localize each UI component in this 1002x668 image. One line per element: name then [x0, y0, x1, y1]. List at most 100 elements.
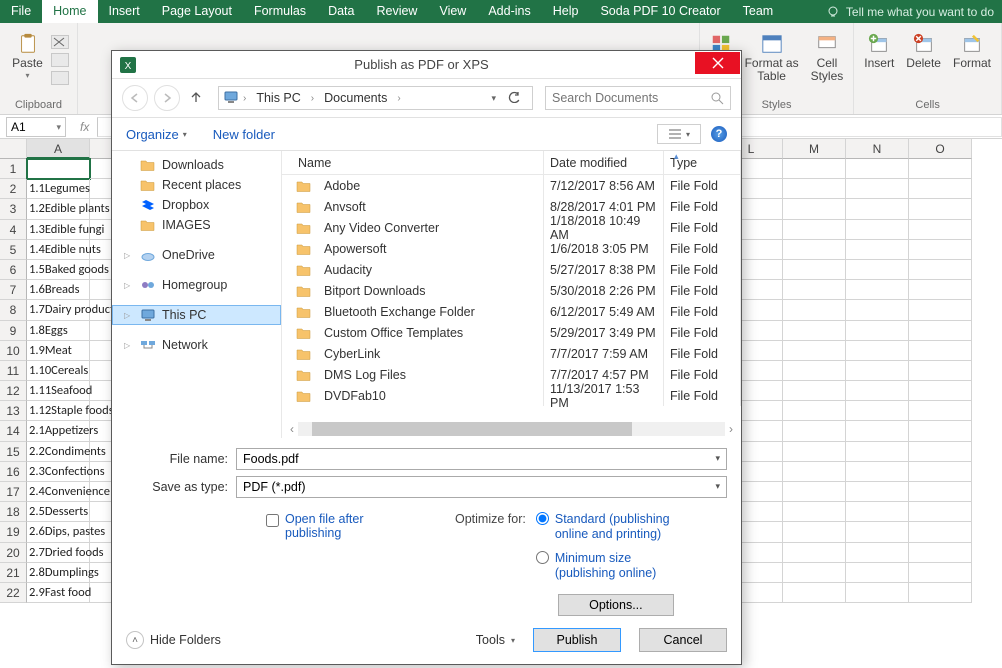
file-row[interactable]: DVDFab1011/13/2017 1:53 PMFile Fold [282, 385, 741, 406]
row-header[interactable]: 5 [0, 240, 27, 260]
header-name[interactable]: Name [292, 151, 544, 174]
crumb-documents[interactable]: Documents [318, 87, 393, 109]
save-type-select[interactable]: PDF (*.pdf)▾ [236, 476, 727, 498]
nav-onedrive[interactable]: OneDrive [112, 245, 281, 265]
cell[interactable] [783, 199, 846, 219]
file-row[interactable]: Apowersoft1/6/2018 3:05 PMFile Fold [282, 238, 741, 259]
cell[interactable] [783, 240, 846, 260]
cell[interactable]: 2.2Condiments [27, 442, 90, 462]
tab-data[interactable]: Data [317, 0, 365, 23]
cell[interactable] [783, 583, 846, 603]
tell-me-box[interactable]: Tell me what you want to do [826, 0, 1002, 23]
cell[interactable]: 1.1Legumes [27, 179, 90, 199]
row-header[interactable]: 3 [0, 199, 27, 219]
file-row[interactable]: Anvsoft8/28/2017 4:01 PMFile Fold [282, 196, 741, 217]
cell[interactable] [909, 522, 972, 542]
cell[interactable] [783, 280, 846, 300]
cell[interactable]: 2.6Dips, pastes [27, 522, 90, 542]
cell[interactable] [783, 401, 846, 421]
help-button[interactable]: ? [711, 126, 727, 142]
cell[interactable] [909, 442, 972, 462]
tab-addins[interactable]: Add-ins [477, 0, 541, 23]
cell[interactable] [909, 543, 972, 563]
cell[interactable] [783, 220, 846, 240]
cell[interactable] [783, 361, 846, 381]
cell[interactable] [909, 482, 972, 502]
cell[interactable] [783, 300, 846, 320]
cell[interactable]: 2.5Desserts [27, 502, 90, 522]
cell[interactable]: 2.1Appetizers [27, 421, 90, 441]
nav-dropbox[interactable]: Dropbox [112, 195, 281, 215]
cut-button[interactable] [51, 35, 69, 49]
file-row[interactable]: DMS Log Files7/7/2017 4:57 PMFile Fold [282, 364, 741, 385]
nav-recent[interactable]: Recent places [112, 175, 281, 195]
cell[interactable] [909, 341, 972, 361]
tab-sodapdf[interactable]: Soda PDF 10 Creator [589, 0, 731, 23]
cell[interactable] [909, 563, 972, 583]
insert-cells-button[interactable]: Insert [860, 31, 898, 72]
cell[interactable] [909, 159, 972, 179]
scroll-left-icon[interactable]: ‹ [290, 422, 294, 436]
row-header[interactable]: 9 [0, 321, 27, 341]
cell[interactable] [846, 502, 909, 522]
row-header[interactable]: 11 [0, 361, 27, 381]
cell[interactable] [846, 442, 909, 462]
cell[interactable]: 2.8Dumplings [27, 563, 90, 583]
column-header-O[interactable]: O [909, 139, 972, 159]
cell[interactable]: 1.3Edible fungi [27, 220, 90, 240]
cell[interactable] [846, 220, 909, 240]
cell[interactable] [846, 421, 909, 441]
tab-file[interactable]: File [0, 0, 42, 23]
scroll-right-icon[interactable]: › [729, 422, 733, 436]
row-header[interactable]: 14 [0, 421, 27, 441]
file-row[interactable]: Bluetooth Exchange Folder6/12/2017 5:49 … [282, 301, 741, 322]
cell[interactable] [846, 240, 909, 260]
view-options[interactable]: ▾ [657, 124, 701, 144]
options-button[interactable]: Options... [558, 594, 674, 616]
file-row[interactable]: Adobe7/12/2017 8:56 AMFile Fold [282, 175, 741, 196]
column-header-N[interactable]: N [846, 139, 909, 159]
cell[interactable] [909, 462, 972, 482]
cell[interactable]: 1.7Dairy products [27, 300, 90, 320]
cell[interactable]: 1.12Staple foods [27, 401, 90, 421]
cell[interactable]: 2.9Fast food [27, 583, 90, 603]
address-dropdown[interactable]: ▾ [491, 93, 496, 104]
nav-images[interactable]: IMAGES [112, 215, 281, 235]
row-header[interactable]: 1 [0, 159, 27, 179]
row-header[interactable]: 16 [0, 462, 27, 482]
cell[interactable] [909, 421, 972, 441]
search-input[interactable] [552, 91, 702, 105]
cell[interactable] [846, 563, 909, 583]
row-header[interactable]: 8 [0, 300, 27, 320]
file-row[interactable]: Any Video Converter1/18/2018 10:49 AMFil… [282, 217, 741, 238]
cell[interactable]: 1.10Cereals [27, 361, 90, 381]
cell[interactable] [783, 179, 846, 199]
cell[interactable] [909, 502, 972, 522]
cell[interactable] [846, 260, 909, 280]
file-row[interactable]: Audacity5/27/2017 8:38 PMFile Fold [282, 259, 741, 280]
new-folder-button[interactable]: New folder [213, 127, 275, 142]
cell[interactable] [846, 522, 909, 542]
cell[interactable] [27, 159, 90, 179]
row-header[interactable]: 12 [0, 381, 27, 401]
cell[interactable] [783, 502, 846, 522]
cell[interactable] [783, 543, 846, 563]
nav-homegroup[interactable]: Homegroup [112, 275, 281, 295]
row-header[interactable]: 21 [0, 563, 27, 583]
tab-review[interactable]: Review [365, 0, 428, 23]
close-button[interactable] [695, 52, 740, 74]
cell[interactable] [846, 462, 909, 482]
cell[interactable] [783, 159, 846, 179]
cell[interactable]: 1.9Meat [27, 341, 90, 361]
cell[interactable] [909, 179, 972, 199]
cell-styles-button[interactable]: Cell Styles [807, 31, 848, 85]
tab-home[interactable]: Home [42, 0, 97, 23]
row-header[interactable]: 18 [0, 502, 27, 522]
cell[interactable] [846, 543, 909, 563]
row-header[interactable]: 13 [0, 401, 27, 421]
cell[interactable] [909, 381, 972, 401]
row-header[interactable]: 17 [0, 482, 27, 502]
row-header[interactable]: 19 [0, 522, 27, 542]
fx-icon[interactable]: fx [72, 120, 97, 134]
row-header[interactable]: 2 [0, 179, 27, 199]
